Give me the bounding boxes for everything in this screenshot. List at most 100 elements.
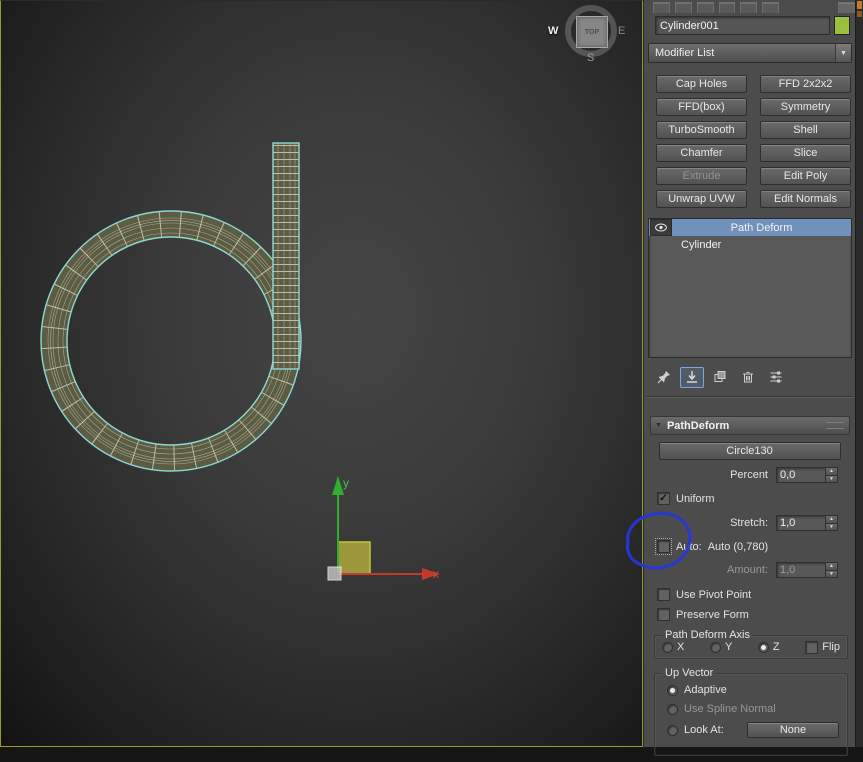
axis-x-radio[interactable]: X <box>662 641 684 653</box>
configure-modifier-sets-icon[interactable] <box>764 367 788 388</box>
auto-label: Auto: <box>676 540 702 553</box>
pin-stack-icon[interactable] <box>652 367 676 388</box>
stretch-value[interactable]: 1,0 <box>777 516 825 530</box>
make-unique-icon[interactable] <box>708 367 732 388</box>
amount-spinner: 1,0 ▲ ▼ <box>776 562 838 578</box>
viewport-top[interactable]: y x TOP W E S <box>0 0 643 747</box>
chamfer-button[interactable]: Chamfer <box>656 144 747 162</box>
gizmo-origin-handle <box>327 566 342 581</box>
uniform-label: Uniform <box>676 492 715 505</box>
use-pivot-point-label: Use Pivot Point <box>676 588 752 601</box>
viewcube-east-label[interactable]: E <box>618 25 625 37</box>
checkbox-icon[interactable] <box>805 640 819 654</box>
hierarchy-tab-icon[interactable] <box>696 2 714 13</box>
ffd-2x2x2-button[interactable]: FFD 2x2x2 <box>760 75 851 93</box>
use-spline-normal-radio: Use Spline Normal <box>667 703 841 715</box>
viewcube-top-face[interactable]: TOP <box>576 16 608 48</box>
symmetry-button[interactable]: Symmetry <box>760 98 851 116</box>
radio-icon[interactable] <box>667 684 678 696</box>
auto-checkbox[interactable] <box>655 538 672 555</box>
remove-modifier-icon[interactable] <box>736 367 760 388</box>
percent-spinner[interactable]: 0,0 ▲ ▼ <box>776 467 838 483</box>
percent-value[interactable]: 0,0 <box>777 468 825 482</box>
spinner-down-icon[interactable]: ▼ <box>826 475 837 482</box>
radio-icon[interactable] <box>662 641 673 653</box>
panel-scrollbar[interactable] <box>855 0 863 747</box>
viewcube[interactable]: TOP W E S <box>548 3 626 65</box>
extrude-button: Extrude <box>656 167 747 185</box>
pick-path-button[interactable]: Circle130 <box>658 442 841 460</box>
uniform-checkbox[interactable]: ✓ <box>657 492 670 505</box>
auto-readout: Auto (0,780) <box>707 540 769 553</box>
stack-item-cylinder[interactable]: Cylinder <box>649 236 851 253</box>
flip-checkbox[interactable]: Flip <box>805 640 840 654</box>
spinner-up-icon[interactable]: ▲ <box>826 516 837 524</box>
rollout-collapse-icon: ▼ <box>655 422 662 429</box>
spinner-down-icon: ▼ <box>826 570 837 577</box>
modify-tab-icon[interactable] <box>674 2 692 13</box>
turbosmooth-button[interactable]: TurboSmooth <box>656 121 747 139</box>
preserve-form-checkbox[interactable] <box>657 608 670 621</box>
flip-label: Flip <box>822 641 840 653</box>
amount-value: 1,0 <box>780 564 796 576</box>
stretch-spinner[interactable]: 1,0 ▲ ▼ <box>776 515 838 531</box>
3dsmax-window: y x TOP W E S Modifier Lis <box>0 0 863 762</box>
scrollbar-thumb[interactable] <box>857 1 862 9</box>
object-name-input[interactable] <box>655 16 830 35</box>
gizmo-x-label: x <box>433 567 439 581</box>
panel-corner-icon[interactable] <box>838 2 856 13</box>
radio-icon <box>667 703 678 715</box>
ffd-box-button[interactable]: FFD(box) <box>656 98 747 116</box>
modifier-list-label: Modifier List <box>655 47 715 59</box>
spinner-up-icon[interactable]: ▲ <box>826 468 837 476</box>
stack-item-path-deform[interactable]: Path Deform <box>649 219 851 236</box>
stack-item-label: Path Deform <box>730 221 793 234</box>
radio-icon[interactable] <box>709 641 721 653</box>
object-color-swatch[interactable] <box>834 16 850 35</box>
modifier-list-dropdown[interactable]: Modifier List ▼ <box>648 43 852 63</box>
edit-poly-button[interactable]: Edit Poly <box>760 167 851 185</box>
look-at-radio[interactable]: Look At: None <box>667 722 841 738</box>
transform-gizmo: y x <box>327 476 440 581</box>
axis-z-label: Z <box>772 641 780 653</box>
path-deform-axis-group: Path Deform Axis X Y Z Flip <box>654 629 848 659</box>
axis-z-radio[interactable]: Z <box>757 641 780 653</box>
pathdeform-rollout-header[interactable]: ▼ PathDeform <box>650 416 850 435</box>
motion-tab-icon[interactable] <box>718 2 736 13</box>
use-spline-normal-label: Use Spline Normal <box>684 703 776 715</box>
radio-icon[interactable] <box>757 641 769 653</box>
shell-button[interactable]: Shell <box>760 121 851 139</box>
panel-divider <box>646 396 853 398</box>
spinner-down-icon[interactable]: ▼ <box>826 523 837 530</box>
gizmo-xy-plane-handle <box>337 541 371 575</box>
scrollbar-mark <box>857 11 862 17</box>
viewcube-west-label[interactable]: W <box>548 25 558 37</box>
chevron-down-icon[interactable]: ▼ <box>835 44 851 62</box>
show-end-result-icon[interactable] <box>680 366 704 388</box>
adaptive-radio[interactable]: Adaptive <box>667 684 841 696</box>
unwrap-uvw-button[interactable]: Unwrap UVW <box>656 190 747 208</box>
radio-icon[interactable] <box>667 724 678 736</box>
scene-canvas: y x <box>40 142 440 581</box>
axis-y-radio[interactable]: Y <box>709 641 732 653</box>
adaptive-label: Adaptive <box>684 684 727 696</box>
up-vector-label: Up Vector <box>662 667 717 679</box>
slice-button[interactable]: Slice <box>760 144 851 162</box>
up-vector-group: Up Vector Adaptive Use Spline Normal Loo… <box>654 667 848 756</box>
display-tab-icon[interactable] <box>740 2 758 13</box>
utilities-tab-icon[interactable] <box>762 2 780 13</box>
edit-normals-button[interactable]: Edit Normals <box>760 190 851 208</box>
stack-toolbar <box>644 366 855 388</box>
stack-item-label: Cylinder <box>681 238 722 251</box>
look-at-none-button[interactable]: None <box>747 722 839 738</box>
viewcube-south-label[interactable]: S <box>587 52 594 64</box>
path-deform-axis-label: Path Deform Axis <box>662 629 753 641</box>
create-tab-icon[interactable] <box>653 2 670 13</box>
modifier-stack[interactable]: Path Deform Cylinder <box>648 218 852 358</box>
use-pivot-point-checkbox[interactable] <box>657 588 670 601</box>
command-panel: Modifier List ▼ Cap Holes FFD 2x2x2 FFD(… <box>643 0 856 756</box>
visibility-icon[interactable] <box>650 219 672 236</box>
look-at-label: Look At: <box>684 724 724 736</box>
cap-holes-button[interactable]: Cap Holes <box>656 75 747 93</box>
rollout-grip <box>826 422 844 429</box>
